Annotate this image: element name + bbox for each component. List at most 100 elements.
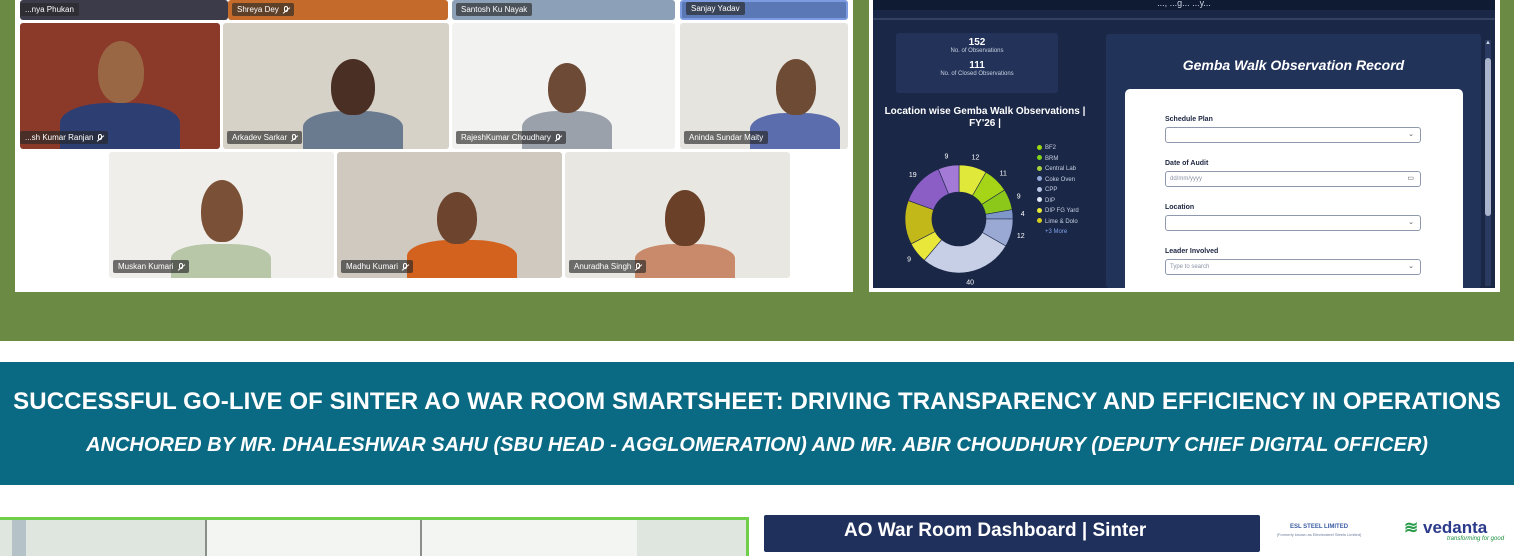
participant-tile[interactable]: Arkadev Sarkar: [223, 23, 449, 149]
participant-figure: [331, 59, 375, 115]
participant-name: Madhu Kumari: [341, 260, 414, 273]
slice-label: 4: [1021, 211, 1025, 218]
legend-swatch: [1037, 207, 1042, 213]
slice-label: 9: [945, 154, 949, 161]
vedanta-logo: ≋ vedanta: [1404, 518, 1488, 537]
mic-muted-icon: [635, 262, 641, 271]
legend-item[interactable]: Coke Oven: [1037, 175, 1079, 186]
participant-tile[interactable]: RajeshKumar Choudhary: [452, 23, 675, 149]
participant-tile[interactable]: Shreya Dey: [228, 0, 448, 20]
legend-item[interactable]: CPP: [1037, 185, 1079, 196]
slice-label: 12: [972, 155, 980, 162]
mic-muted-icon: [555, 133, 561, 142]
participant-tile[interactable]: Sanjay Yadav: [680, 0, 848, 20]
legend-swatch: [1037, 155, 1042, 161]
participant-figure: [98, 41, 144, 103]
chevron-down-icon: ⌄: [1408, 219, 1414, 226]
legend-swatch: [1037, 186, 1042, 192]
scrollbar[interactable]: ▲: [1485, 40, 1491, 286]
participant-figure: [407, 240, 517, 278]
legend-item[interactable]: DIP FG Yard: [1037, 206, 1079, 217]
participant-name: Muskan Kumari: [113, 260, 189, 273]
legend-label: CPP: [1045, 187, 1058, 193]
participant-figure: [776, 59, 816, 115]
calendar-icon[interactable]: ▭: [1407, 172, 1414, 186]
legend-swatch: [1037, 218, 1042, 224]
location-chart-title: Location wise Gemba Walk Observations | …: [884, 106, 1086, 129]
legend-swatch: [1037, 144, 1042, 150]
legend-more-link[interactable]: +3 More: [1045, 227, 1079, 238]
dashboard-canvas: ..., ...g... ...y... 152 No. of Observat…: [873, 0, 1495, 288]
slice-label: 12: [1017, 233, 1025, 240]
chevron-down-icon: ⌄: [1408, 263, 1414, 270]
kpi-card: 152 No. of Observations 111 No. of Close…: [896, 33, 1058, 93]
legend-item[interactable]: BRM: [1037, 154, 1079, 165]
slice-label: 9: [1017, 193, 1021, 200]
slice-label: 40: [966, 280, 974, 287]
field-label: Location: [1165, 204, 1195, 211]
divider: [873, 18, 1495, 20]
observations-label: No. of Observations: [950, 48, 1004, 54]
slice-label: 19: [909, 172, 917, 179]
field-label: Schedule Plan: [1165, 116, 1213, 123]
legend-label: Lime & Dolo: [1045, 218, 1078, 225]
participant-figure: [303, 111, 403, 149]
legend-label: DIP: [1045, 197, 1056, 204]
participant-tile[interactable]: Santosh Ku Nayak: [452, 0, 675, 20]
legend-item[interactable]: Lime & Dolo: [1037, 217, 1079, 228]
observations-count: 152: [968, 37, 986, 48]
date-of-audit-input[interactable]: dd/mm/yyyy ▭: [1165, 171, 1421, 187]
dashboard-header-fragment: ..., ...g... ...y...: [873, 0, 1495, 10]
legend-label: BRM: [1045, 155, 1059, 162]
ao-dashboard-header: AO War Room Dashboard | Sinter ESL STEEL…: [764, 515, 1514, 556]
participant-tile[interactable]: ...sh Kumar Ranjan: [20, 23, 220, 149]
headline: SUCCESSFUL GO-LIVE OF SINTER AO WAR ROOM…: [13, 388, 1501, 415]
chevron-down-icon: ⌄: [1408, 131, 1414, 138]
legend-swatch: [1037, 176, 1042, 182]
participant-tile[interactable]: Madhu Kumari: [337, 152, 562, 278]
mic-muted-icon: [97, 133, 103, 142]
participant-figure: [201, 180, 243, 242]
participant-name: RajeshKumar Choudhary: [456, 131, 566, 144]
participant-tile[interactable]: Muskan Kumari: [109, 152, 334, 278]
photo-detail: [420, 520, 422, 556]
participant-name: Shreya Dey: [232, 3, 294, 16]
subheadline: ANCHORED BY MR. DHALESHWAR SAHU (SBU HEA…: [86, 434, 1428, 456]
esl-logo: ESL STEEL LIMITED (Formerly known as Elec…: [1276, 524, 1362, 537]
participant-name: Aninda Sundar Maity: [684, 131, 769, 144]
legend-label: Central Lab: [1045, 166, 1077, 172]
gemba-form-panel: Gemba Walk Observation Record Schedule P…: [1106, 34, 1481, 288]
headline-band: [0, 362, 1514, 485]
location-select[interactable]: ⌄: [1165, 215, 1421, 231]
closed-count: 111: [969, 60, 985, 71]
legend-label: BF2: [1045, 145, 1057, 151]
slice-label: 11: [1000, 170, 1007, 177]
form-title: Gemba Walk Observation Record: [1182, 57, 1405, 73]
participant-figure: [437, 192, 477, 244]
participant-figure: [665, 190, 705, 246]
legend-item[interactable]: BF2: [1037, 143, 1079, 154]
dashboard-title: AO War Room Dashboard | Sinter: [844, 520, 1147, 541]
participant-name: Arkadev Sarkar: [227, 131, 303, 144]
participant-tile[interactable]: Anuradha Singh: [565, 152, 790, 278]
legend-item[interactable]: Central Lab: [1037, 164, 1079, 175]
vedanta-tagline: transforming for good: [1447, 536, 1505, 542]
scrollbar-thumb[interactable]: [1485, 58, 1491, 216]
legend-label: Coke Oven: [1045, 176, 1076, 183]
participant-tile[interactable]: ...nya Phukan: [20, 0, 228, 20]
participant-name: ...sh Kumar Ranjan: [20, 131, 109, 144]
leader-involved-input[interactable]: Type to search ⌄: [1165, 259, 1421, 275]
participant-name: Santosh Ku Nayak: [456, 3, 533, 16]
scroll-up-icon[interactable]: ▲: [1485, 40, 1491, 46]
schedule-plan-select[interactable]: ⌄: [1165, 127, 1421, 143]
legend-item[interactable]: DIP: [1037, 196, 1079, 207]
participant-name: Anuradha Singh: [569, 260, 647, 273]
dashboard-title-bar: AO War Room Dashboard | Sinter: [764, 515, 1260, 552]
participant-name: Sanjay Yadav: [686, 2, 745, 15]
mic-muted-icon: [178, 262, 184, 271]
legend-swatch: [1037, 197, 1042, 203]
participant-figure: [635, 244, 735, 278]
gemba-dashboard-screenshot: ..., ...g... ...y... 152 No. of Observat…: [869, 0, 1500, 292]
field-label: Leader Involved: [1165, 248, 1219, 255]
participant-tile[interactable]: Aninda Sundar Maity: [680, 23, 848, 149]
